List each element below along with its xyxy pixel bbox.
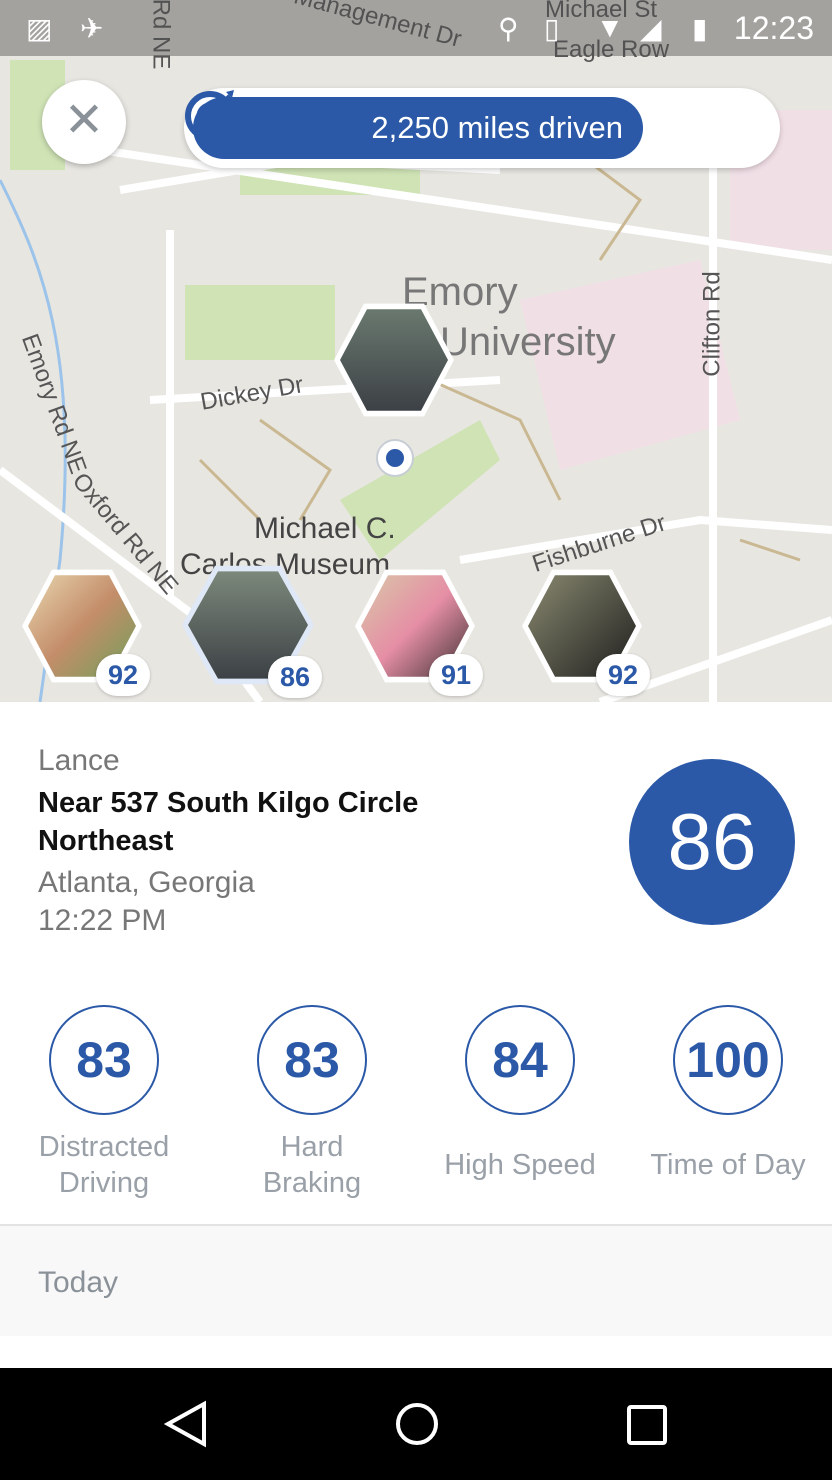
driver-address: Near 537 South Kilgo Circle Northeast [38,787,419,857]
status-bar: ▨ ✈ ⚲ ▯ ▼ ◢ ▮ 12:23 [0,0,832,56]
metric-label: Time of Day [650,1149,806,1181]
metric-value: 83 [49,1005,159,1115]
map-label: Clifton Rd [698,271,726,377]
miles-driven-label: 2,250 miles driven [193,97,643,159]
member-score-badge: 92 [596,654,650,696]
image-icon: ▨ [26,13,53,44]
location-icon: ⚲ [498,13,519,44]
close-button[interactable]: ✕ [42,80,126,164]
back-icon [163,1400,206,1448]
member-score-badge: 92 [96,654,150,696]
map-label: University [440,320,616,364]
metric-value: 84 [465,1005,575,1115]
recents-icon [627,1405,667,1445]
metric-value: 83 [257,1005,367,1115]
member-score-badge: 86 [268,656,322,698]
vibrate-icon: ▯ [544,13,560,44]
driver-name: Lance [38,744,120,777]
metric-distracted-driving[interactable]: 83 Distracted Driving [4,1005,204,1201]
metric-time-of-day[interactable]: 100 Time of Day [620,1005,832,1201]
battery-charging-icon: ▮ [692,13,708,44]
member-avatar-selected[interactable]: 86 [182,562,322,698]
fake-gps-icon: ✈ [80,13,104,44]
miles-progress[interactable]: 2,250 miles driven [184,88,780,168]
navigation-bar [0,1368,832,1480]
signal-icon: ◢ [640,13,662,44]
recents-button[interactable] [626,1404,668,1451]
map-label: Michael C. [254,512,396,545]
driver-city: Atlanta, Georgia [38,866,255,899]
back-button[interactable] [163,1400,208,1453]
metric-label: High Speed [444,1149,596,1181]
metric-hard-braking[interactable]: 83 Hard Braking [212,1005,412,1201]
home-button[interactable] [394,1400,440,1453]
selected-driver-marker[interactable] [334,300,454,420]
metric-value: 100 [673,1005,783,1115]
home-icon [396,1403,438,1445]
member-avatar[interactable]: 91 [355,566,483,696]
metric-label: Distracted Driving [38,1131,170,1199]
today-header: Today [38,1266,119,1299]
driver-time: 12:22 PM [38,904,167,937]
wifi-icon: ▼ [596,12,624,43]
member-avatar[interactable]: 92 [522,566,650,696]
clock: 12:23 [733,10,814,46]
map[interactable]: Emory University Dickey Dr Emory Rd NE O… [0,0,832,702]
driver-score[interactable]: 86 [629,759,795,925]
member-score-badge: 91 [429,654,483,696]
today-section: Today [0,1224,832,1336]
metric-label: Hard Braking [262,1131,362,1199]
driver-details: Lance Near 537 South Kilgo Circle Northe… [38,744,478,940]
close-icon: ✕ [63,94,105,147]
member-avatar[interactable]: 92 [22,566,150,696]
metric-high-speed[interactable]: 84 High Speed [420,1005,620,1201]
target-icon[interactable] [184,88,238,142]
